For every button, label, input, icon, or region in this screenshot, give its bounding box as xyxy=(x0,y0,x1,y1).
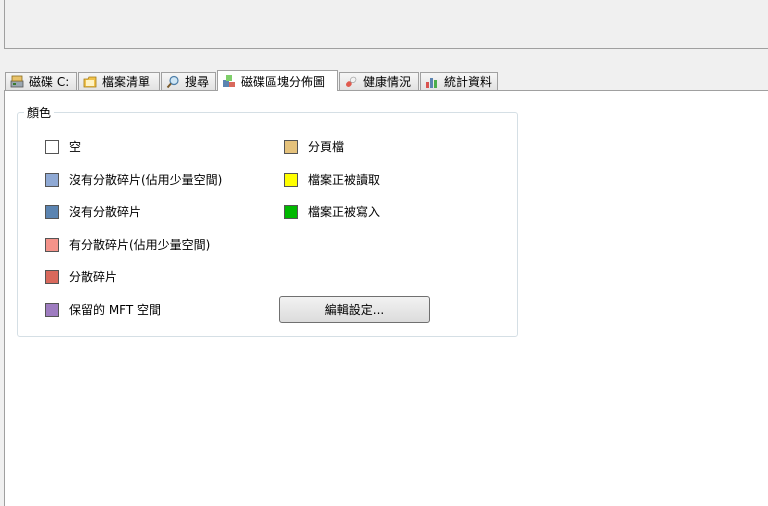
tab-disk-c[interactable]: 磁碟 C: xyxy=(5,72,77,90)
blocks-icon xyxy=(222,74,236,88)
color-swatch[interactable] xyxy=(45,302,59,317)
tab-label: 搜尋 xyxy=(185,75,210,89)
legend-fragmented-small[interactable]: 有分散碎片(佔用少量空間) xyxy=(45,236,210,253)
legend-label: 空 xyxy=(69,140,82,154)
search-icon xyxy=(166,75,180,89)
tab-label: 統計資料 xyxy=(444,75,493,89)
tab-label: 磁碟區塊分佈圖 xyxy=(241,74,326,89)
bar-chart-icon xyxy=(425,75,439,89)
top-info-panel xyxy=(4,0,768,49)
legend-label: 有分散碎片(佔用少量空間) xyxy=(69,238,211,252)
color-swatch[interactable] xyxy=(45,204,59,219)
tab-search[interactable]: 搜尋 xyxy=(161,72,216,90)
legend-label: 檔案正被寫入 xyxy=(308,205,381,219)
legend-file-writing[interactable]: 檔案正被寫入 xyxy=(284,203,380,220)
legend-label: 分頁檔 xyxy=(308,140,345,154)
color-swatch[interactable] xyxy=(284,139,298,154)
edit-settings-button[interactable]: 編輯設定... xyxy=(279,296,430,323)
legend-label: 分散碎片 xyxy=(69,270,118,284)
legend-unfragmented[interactable]: 沒有分散碎片 xyxy=(45,203,141,220)
tab-strip: 磁碟 C: 檔案清單 搜尋 磁碟區塊分佈圖 健康情況 統計資料 xyxy=(4,70,768,91)
legend-label: 檔案正被讀取 xyxy=(308,173,381,187)
legend-label: 沒有分散碎片 xyxy=(69,205,142,219)
legend-mft-reserved[interactable]: 保留的 MFT 空間 xyxy=(45,301,161,318)
tab-label: 健康情況 xyxy=(363,75,412,89)
color-swatch[interactable] xyxy=(45,237,59,252)
tab-label: 檔案清單 xyxy=(102,75,151,89)
color-swatch[interactable] xyxy=(45,139,59,154)
legend-label: 沒有分散碎片(佔用少量空間) xyxy=(69,173,223,187)
color-swatch[interactable] xyxy=(284,204,298,219)
color-swatch[interactable] xyxy=(284,172,298,187)
pill-icon xyxy=(344,75,358,89)
color-swatch[interactable] xyxy=(45,269,59,284)
color-swatch[interactable] xyxy=(45,172,59,187)
legend-empty[interactable]: 空 xyxy=(45,138,81,155)
tab-health[interactable]: 健康情況 xyxy=(339,72,419,90)
tab-statistics[interactable]: 統計資料 xyxy=(420,72,498,90)
folder-icon xyxy=(83,75,97,89)
legend-label: 保留的 MFT 空間 xyxy=(69,303,162,317)
legend-fragmented[interactable]: 分散碎片 xyxy=(45,268,117,285)
tab-block-map[interactable]: 磁碟區塊分佈圖 xyxy=(217,70,338,91)
groupbox-title: 顏色 xyxy=(24,105,55,121)
tab-file-list[interactable]: 檔案清單 xyxy=(78,72,160,90)
colors-groupbox: 顏色 空 沒有分散碎片(佔用少量空間) 沒有分散碎片 有分散碎片(佔用少量空間)… xyxy=(17,105,518,337)
tab-label: 磁碟 C: xyxy=(29,75,70,89)
legend-file-reading[interactable]: 檔案正被讀取 xyxy=(284,171,380,188)
legend-unfragmented-small[interactable]: 沒有分散碎片(佔用少量空間) xyxy=(45,171,222,188)
drive-icon xyxy=(10,75,24,89)
legend-paging-file[interactable]: 分頁檔 xyxy=(284,138,344,155)
block-map-panel: 顏色 空 沒有分散碎片(佔用少量空間) 沒有分散碎片 有分散碎片(佔用少量空間)… xyxy=(4,90,768,506)
